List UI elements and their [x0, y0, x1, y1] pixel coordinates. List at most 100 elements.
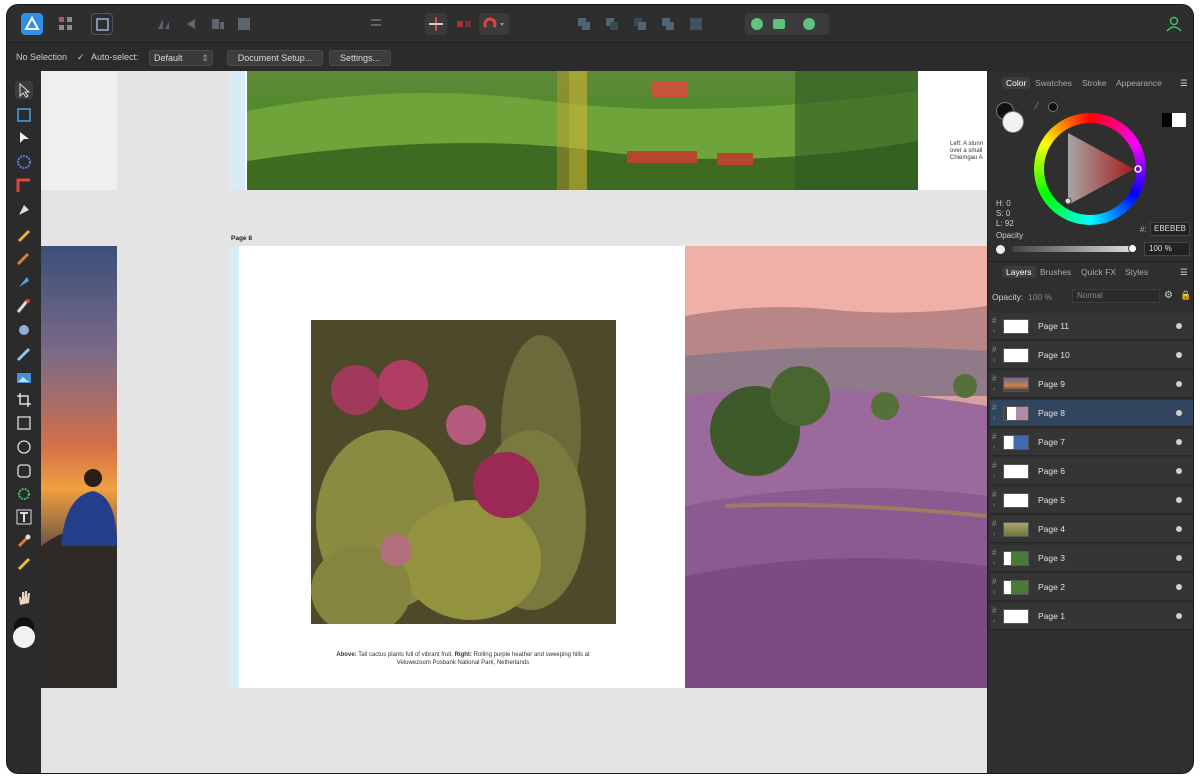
measure-tool-icon[interactable] [15, 555, 33, 573]
layer-grip-icon[interactable]: # [992, 520, 996, 528]
boolean-intersect-icon[interactable] [629, 13, 651, 35]
visibility-dot-icon[interactable] [1176, 323, 1182, 329]
vector-brush-icon[interactable] [15, 249, 33, 267]
chevron-right-icon[interactable]: › [993, 357, 995, 364]
layer-grip-icon[interactable]: # [992, 462, 996, 470]
tab-quick-fx[interactable]: Quick FX [1081, 267, 1116, 277]
layer-grip-icon[interactable]: # [992, 491, 996, 499]
tab-swatches[interactable]: Swatches [1035, 78, 1072, 88]
align-left-icon[interactable] [153, 13, 175, 35]
visibility-dot-icon[interactable] [1176, 352, 1182, 358]
opacity-slider[interactable] [1012, 246, 1132, 252]
chevron-right-icon[interactable]: › [993, 444, 995, 451]
ellipse-tool-icon[interactable] [15, 438, 33, 456]
fill-tool-icon[interactable] [15, 273, 33, 291]
settings-button[interactable]: Settings... [329, 50, 391, 66]
chevron-right-icon[interactable]: › [993, 560, 995, 567]
gradient-tool-icon[interactable] [15, 345, 33, 363]
align-center-icon[interactable] [181, 13, 203, 35]
chevron-right-icon[interactable]: › [993, 589, 995, 596]
layer-row[interactable]: # › Page 4 [990, 516, 1193, 543]
chevron-right-icon[interactable]: › [993, 473, 995, 480]
baseline-icon[interactable] [365, 13, 387, 35]
visibility-dot-icon[interactable] [1176, 410, 1182, 416]
studio-grid-icon[interactable] [55, 13, 77, 35]
document-setup-button[interactable]: Document Setup... [227, 50, 323, 66]
tab-brushes[interactable]: Brushes [1040, 267, 1071, 277]
artboard-tool-icon[interactable] [15, 106, 33, 124]
visibility-dot-icon[interactable] [1176, 584, 1182, 590]
layer-grip-icon[interactable]: # [992, 607, 996, 615]
checkmark-icon[interactable]: ✓ [77, 52, 85, 63]
chevron-right-icon[interactable]: › [993, 502, 995, 509]
layer-grip-icon[interactable]: # [992, 346, 996, 354]
transparency-tool-icon[interactable] [15, 321, 33, 339]
layer-row[interactable]: # › Page 8 [990, 400, 1193, 427]
visibility-dot-icon[interactable] [1176, 526, 1182, 532]
distribute-icon[interactable] [233, 13, 255, 35]
tab-layers[interactable]: Layers [1002, 266, 1036, 278]
visibility-dot-icon[interactable] [1176, 439, 1182, 445]
move-tool-icon[interactable] [15, 81, 33, 99]
layer-grip-icon[interactable]: # [992, 433, 996, 441]
shape-tool-icon[interactable] [15, 485, 33, 503]
boolean-divide-icon[interactable] [685, 13, 707, 35]
tab-color[interactable]: Color [1002, 77, 1031, 89]
tab-styles[interactable]: Styles [1125, 267, 1148, 277]
layer-grip-icon[interactable]: # [992, 549, 996, 557]
snapping-icon[interactable] [425, 13, 447, 35]
blend-mode-select[interactable]: Normal [1072, 289, 1160, 303]
opacity-slider-handle[interactable] [1128, 244, 1137, 253]
text-tool-icon[interactable] [15, 508, 33, 526]
chevron-right-icon[interactable]: › [993, 618, 995, 625]
auto-select-dropdown[interactable]: Default ⇕ [149, 50, 213, 66]
tab-stroke[interactable]: Stroke [1082, 78, 1107, 88]
secondary-swatch[interactable] [1048, 102, 1058, 112]
hand-tool-icon[interactable] [15, 589, 33, 607]
fill-color-swatch[interactable] [13, 626, 35, 648]
document-canvas[interactable]: Left: A stunn over a small Chiemgau A Pa… [41, 71, 987, 773]
chevron-right-icon[interactable]: › [993, 415, 995, 422]
layer-row[interactable]: # › Page 11 [990, 313, 1193, 340]
app-logo-icon[interactable] [21, 13, 43, 35]
layer-grip-icon[interactable]: # [992, 375, 996, 383]
opacity-input[interactable]: 100 % [1144, 242, 1190, 256]
place-image-icon[interactable] [15, 369, 33, 387]
color-picker-icon[interactable] [15, 532, 33, 550]
pen-tool-icon[interactable] [15, 201, 33, 219]
cactus-photo[interactable] [311, 320, 616, 624]
boolean-add-icon[interactable] [573, 13, 595, 35]
layer-row[interactable]: # › Page 6 [990, 458, 1193, 485]
layer-grip-icon[interactable]: # [992, 578, 996, 586]
layer-row[interactable]: # › Page 7 [990, 429, 1193, 456]
transform-origin-icon[interactable] [453, 13, 475, 35]
layers-menu-icon[interactable]: ☰ [1180, 267, 1188, 278]
layer-opacity-value[interactable]: 100 % [1028, 292, 1052, 302]
tab-appearance[interactable]: Appearance [1116, 78, 1162, 88]
hue-wheel[interactable] [1034, 113, 1146, 225]
rectangle-tool-icon[interactable] [15, 414, 33, 432]
eyedropper-icon[interactable]: ⁄ [1036, 101, 1038, 112]
layer-row[interactable]: # › Page 5 [990, 487, 1193, 514]
layer-grip-icon[interactable]: # [992, 317, 996, 325]
layer-row[interactable]: # › Page 2 [990, 574, 1193, 601]
boolean-xor-icon[interactable] [657, 13, 679, 35]
visibility-dot-icon[interactable] [1176, 381, 1182, 387]
chevron-right-icon[interactable]: › [993, 328, 995, 335]
layer-settings-gear-icon[interactable]: ⚙ [1164, 290, 1173, 301]
snapping-magnet-icon[interactable] [479, 13, 509, 35]
layer-row[interactable]: # › Page 3 [990, 545, 1193, 572]
panel-menu-icon[interactable]: ☰ [1180, 78, 1188, 89]
contour-tool-icon[interactable] [15, 153, 33, 171]
heather-landscape-photo[interactable] [685, 246, 987, 688]
crop-tool-icon[interactable] [15, 391, 33, 409]
visibility-dot-icon[interactable] [1176, 497, 1182, 503]
layer-row[interactable]: # › Page 9 [990, 371, 1193, 398]
corner-tool-icon[interactable] [15, 177, 33, 195]
pencil-tool-icon[interactable] [15, 225, 33, 243]
boolean-subtract-icon[interactable] [601, 13, 623, 35]
fill-swatch[interactable] [1002, 111, 1024, 133]
layer-grip-icon[interactable]: # [992, 404, 996, 412]
arrange-icon[interactable] [207, 13, 229, 35]
visibility-dot-icon[interactable] [1176, 555, 1182, 561]
